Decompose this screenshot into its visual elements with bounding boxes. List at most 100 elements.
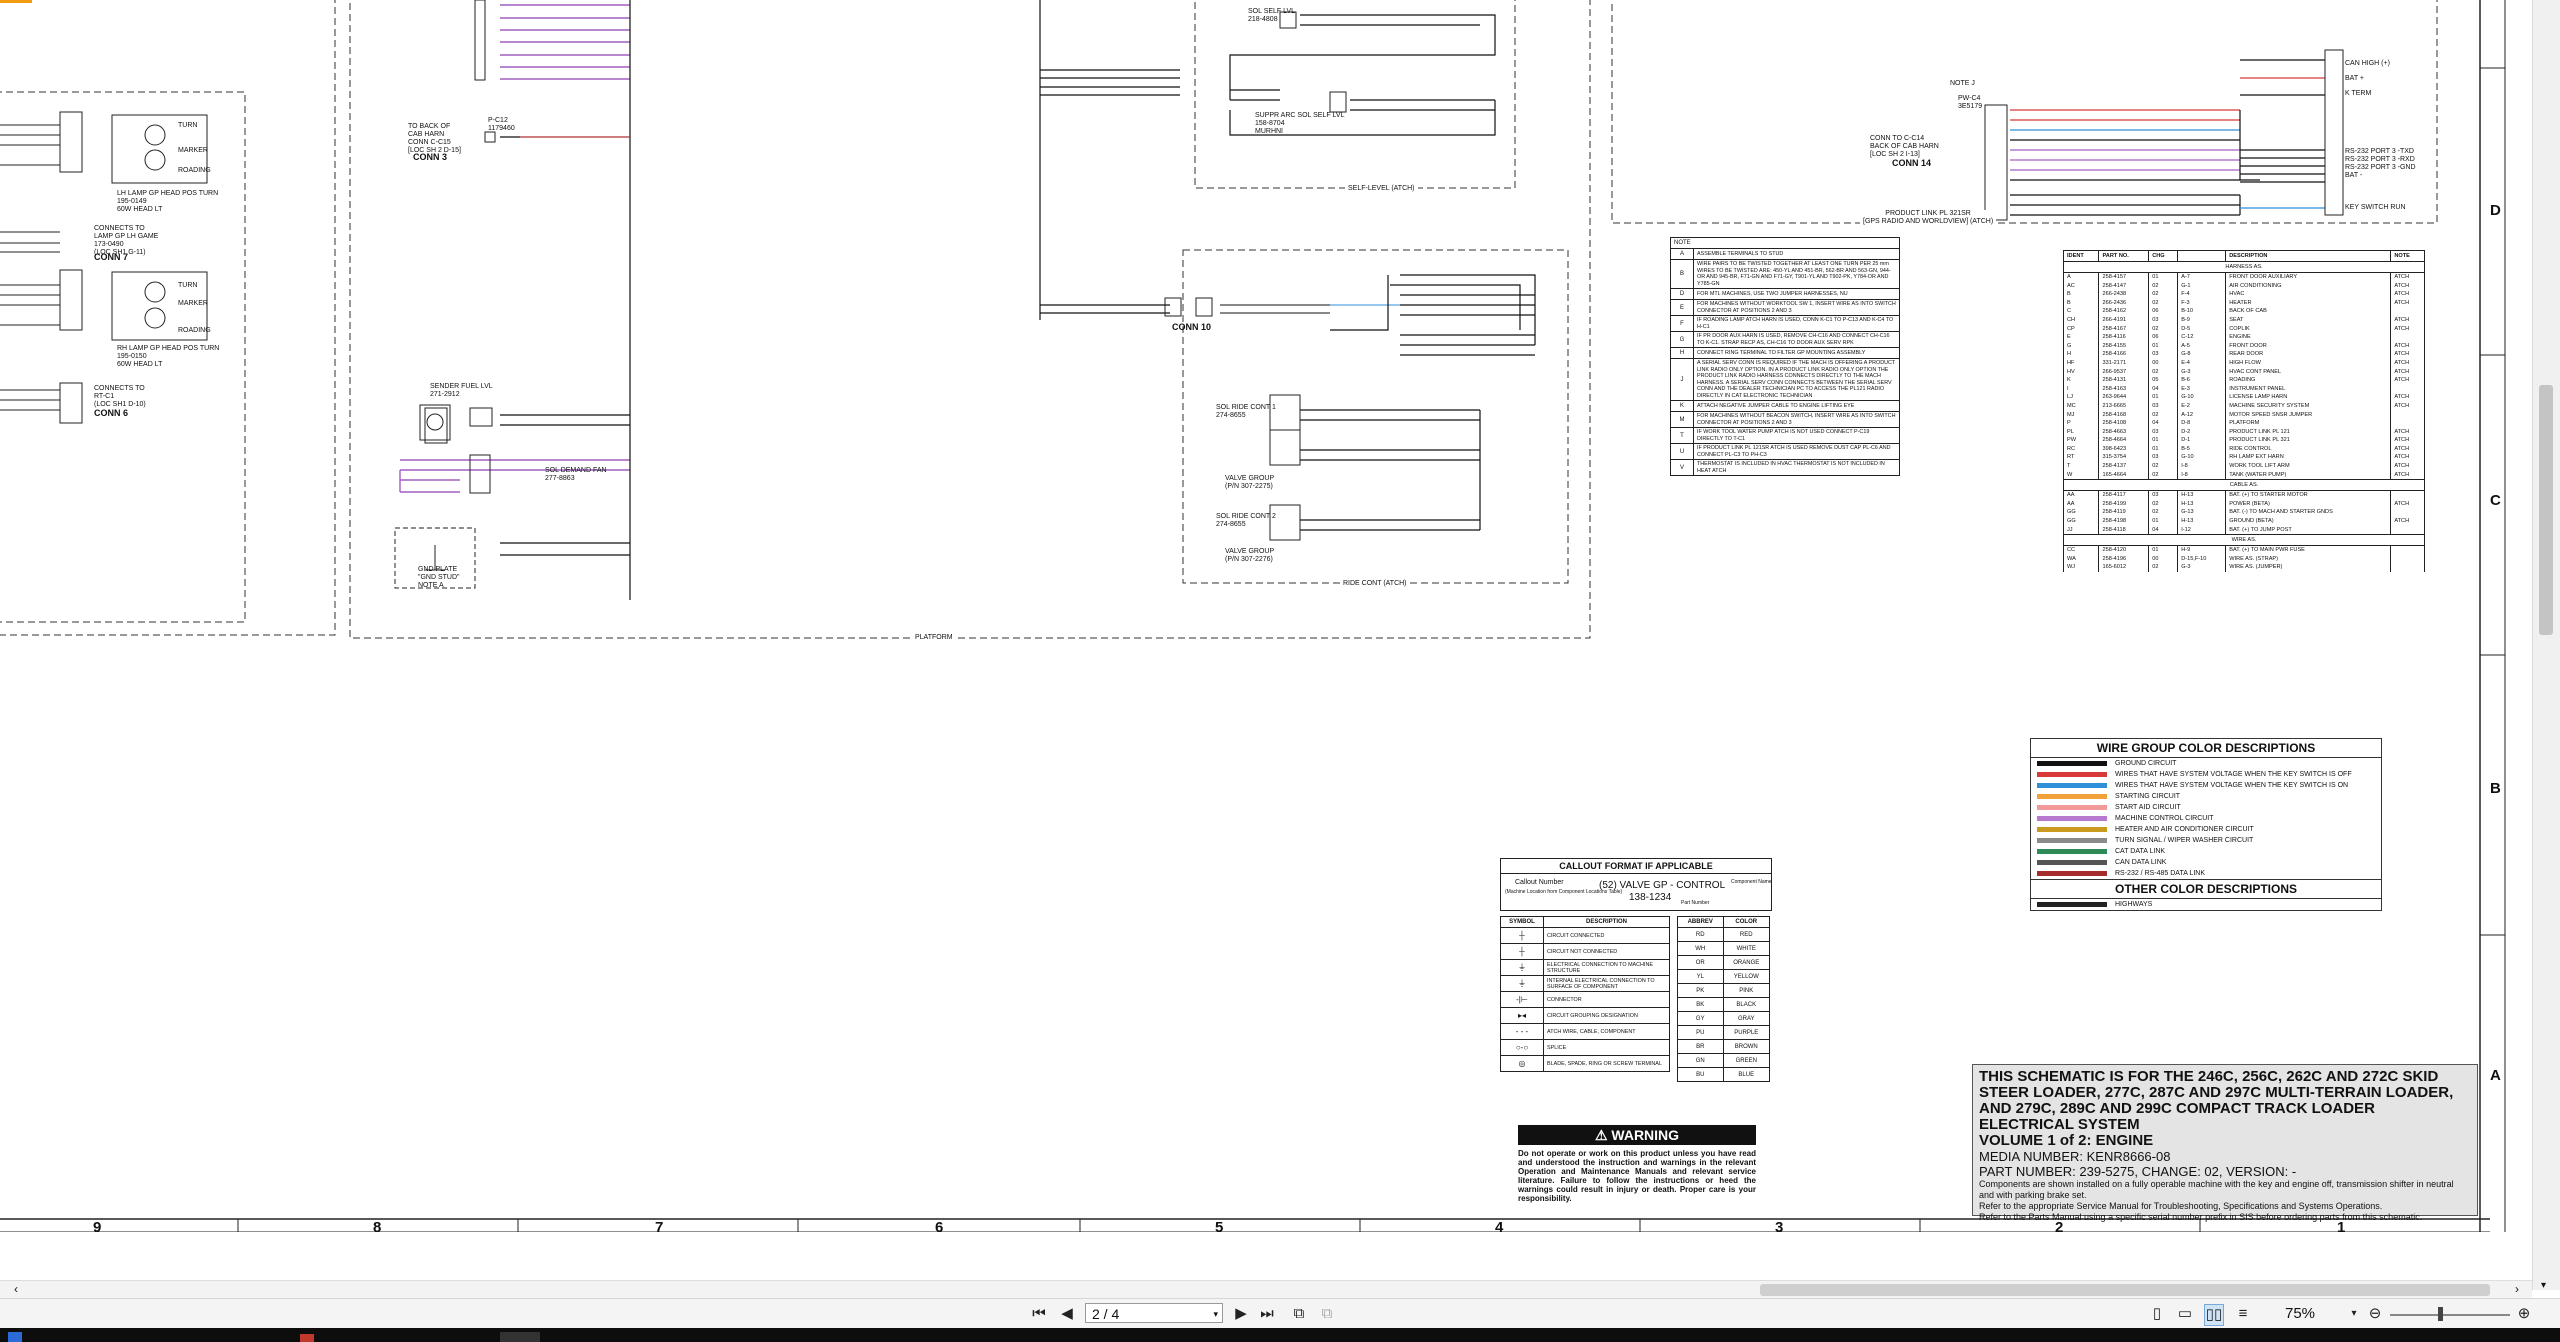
note-text: FOR MTL MACHINES, USE TWO JUMPER HARNESS… <box>1693 288 1900 300</box>
parts-cell: A-7 <box>2177 272 2227 282</box>
single-page-view-icon[interactable]: ▯ <box>2148 1304 2166 1324</box>
legend-swatch <box>2037 761 2107 766</box>
suppr-arc-label: SUPPR ARC SOL SELF LVL 158-8704 MURHNI <box>1255 112 1345 135</box>
note-row: A ASSEMBLE TERMINALS TO STUD <box>1670 248 1900 260</box>
scroll-right-icon[interactable]: › <box>2515 1281 2519 1297</box>
parts-cell: 258-4162 <box>2098 307 2150 316</box>
note-text: A SERIAL SERV CONN IS REQUIRED IF THE MA… <box>1693 358 1900 401</box>
color-row: GN GREEN <box>1677 1053 1771 1068</box>
component-name-label: Component Name <box>1731 879 1772 885</box>
scroll-left-icon[interactable]: ‹ <box>14 1281 18 1297</box>
pdf-viewer-canvas: CONN 3 TO BACK OF CAB HARN CONN C-C15 [L… <box>0 0 2532 1232</box>
legend-swatch <box>2037 805 2107 810</box>
other-color-title: OTHER COLOR DESCRIPTIONS <box>2031 879 2381 899</box>
parts-row: AA 258-4117 03 H-13 BAT. (+) TO STARTER MOTO… <box>2062 490 2425 500</box>
zoom-out-icon[interactable]: ⊖ <box>2366 1304 2384 1324</box>
zone-letter: C <box>2490 492 2501 509</box>
system-taskbar <box>0 1328 2560 1342</box>
parts-cell: 258-4117 <box>2098 490 2150 500</box>
parts-header-cell: DESCRIPTION <box>2225 250 2392 262</box>
parts-cell: 01 <box>2148 444 2179 454</box>
symbol-description: INTERNAL ELECTRICAL CONNECTION TO SURFAC… <box>1543 975 1670 992</box>
zoom-slider-track[interactable] <box>2390 1314 2510 1316</box>
zoom-dropdown-icon[interactable]: ▾ <box>2345 1304 2363 1324</box>
parts-cell: 258-4664 <box>2098 436 2150 445</box>
parts-cell: 02 <box>2148 470 2179 480</box>
legend-label: HEATER AND AIR CONDITIONER CIRCUIT <box>2115 826 2254 833</box>
page-dropdown-icon[interactable]: ▾ <box>1213 1304 1218 1324</box>
legend-row: GROUND CIRCUIT <box>2031 758 2381 769</box>
note-row: G IF PR DOOR AUX HARN IS USED, REMOVE CH-… <box>1670 331 1900 348</box>
symbol-description: SPLICE <box>1543 1039 1670 1056</box>
parts-row: LJ 263-9644 01 G-10 LICENSE LAMP HARN ATCH <box>2062 393 2425 402</box>
symbol-description: ATCH WIRE, CABLE, COMPONENT <box>1543 1023 1670 1040</box>
parts-cell: G-10 <box>2177 393 2227 402</box>
sol-ride-cont-2-label: SOL RIDE CONT 2 274-8655 <box>1216 513 1276 528</box>
color-cell: PU <box>1677 1025 1724 1040</box>
parts-cell: ROADING <box>2225 376 2392 385</box>
frame-number: 7 <box>655 1219 664 1232</box>
horizontal-scroll-thumb[interactable] <box>1760 1284 2490 1296</box>
parts-row: GG 258-4198 01 H-13 GROUND (BETA) ATCH <box>2062 517 2425 526</box>
symbol-glyph-icon: ┼ <box>1500 943 1544 960</box>
note-key: E <box>1670 299 1694 316</box>
parts-cell: GG <box>2062 517 2100 526</box>
note-row: H CONNECT RING TERMINAL TO FILTER GP MOUN… <box>1670 347 1900 359</box>
first-page-button[interactable]: ⏮ <box>1030 1304 1048 1324</box>
parts-cell: G-13 <box>2177 508 2227 518</box>
parts-cell: ATCH <box>2390 324 2425 334</box>
parts-row: WJ 165-6012 02 G-3 WIRE AS. (JUMPER) <box>2062 563 2425 572</box>
vertical-scrollbar[interactable]: ▾ <box>2532 0 2560 1291</box>
parts-cell: 04 <box>2148 419 2179 428</box>
app-icon[interactable] <box>300 1334 314 1342</box>
parts-cell: 258-4166 <box>2098 350 2150 359</box>
paste-icon[interactable]: ⧉ <box>1318 1304 1336 1324</box>
can-labels: CAN HIGH (+) BAT + K TERM RS-232 PORT 3 … <box>2345 60 2416 211</box>
vertical-scroll-thumb[interactable] <box>2539 385 2553 635</box>
active-app-icon[interactable] <box>500 1332 540 1342</box>
parts-section-row: CABLE AS. <box>2063 479 2425 492</box>
parts-cell: F-3 <box>2177 298 2227 308</box>
parts-row: AA 258-4199 02 H-13 POWER (BETA) ATCH <box>2062 499 2425 509</box>
parts-cell: COPLIK <box>2225 324 2392 334</box>
zoom-level[interactable]: 75% <box>2285 1304 2315 1324</box>
parts-row: WA 258-4196 00 D-15,F-10 WIRE AS. (STRAP) <box>2062 554 2425 564</box>
continuous-view-icon[interactable]: ▭ <box>2176 1304 2194 1324</box>
previous-page-button[interactable]: ◀ <box>1058 1304 1076 1324</box>
parts-cell: BACK OF CAB <box>2225 307 2392 316</box>
symbol-description: CIRCUIT NOT CONNECTED <box>1543 943 1670 960</box>
horizontal-scrollbar[interactable]: ‹ › <box>0 1280 2532 1299</box>
page-number-field[interactable]: 2 / 4 ▾ <box>1085 1303 1223 1323</box>
parts-cell: T <box>2062 462 2100 471</box>
book-view-icon[interactable]: ≡ <box>2234 1304 2252 1324</box>
zoom-in-icon[interactable]: ⊕ <box>2515 1304 2533 1324</box>
parts-row: RT 315-3754 03 G-10 RH LAMP EXT HARN ATCH <box>2062 453 2425 463</box>
next-page-button[interactable]: ▶ <box>1232 1304 1250 1324</box>
legend-label: CAN DATA LINK <box>2115 859 2167 866</box>
platform-group-label: PLATFORM <box>912 634 956 642</box>
last-page-button[interactable]: ⏭ <box>1258 1304 1276 1324</box>
color-cell: RD <box>1677 927 1724 942</box>
parts-cell: 398-6423 <box>2098 444 2150 454</box>
two-page-view-icon[interactable]: ▯▯ <box>2204 1304 2224 1326</box>
symbol-glyph-icon: -|⊢ <box>1500 991 1544 1008</box>
parts-row: CH 266-4191 03 B-9 SEAT ATCH <box>2062 315 2425 325</box>
legend-row: STARTING CIRCUIT <box>2031 791 2381 802</box>
copy-icon[interactable]: ⧉ <box>1290 1304 1308 1324</box>
color-abbrev-table: ABBREV COLOR RD RED WH WHITE OR ORANGE YL YELLOW P… <box>1677 916 1771 1082</box>
parts-cell: B-6 <box>2177 376 2227 385</box>
start-icon[interactable] <box>8 1332 22 1342</box>
parts-cell: ATCH <box>2390 462 2425 471</box>
parts-header-cell: IDENT <box>2062 250 2100 262</box>
parts-cell: D-8 <box>2177 419 2227 428</box>
warning-box: ⚠ WARNING Do not operate or work on this… <box>1518 1125 1756 1203</box>
legend-swatch <box>2037 860 2107 865</box>
scroll-down-icon[interactable]: ▾ <box>2541 1280 2546 1291</box>
rh-lamp-label: RH LAMP GP HEAD POS TURN 195-0150 60W HE… <box>117 345 220 368</box>
color-cell: BROWN <box>1722 1039 1771 1054</box>
parts-cell: 263-9644 <box>2098 393 2150 402</box>
parts-cell: 02 <box>2148 462 2179 471</box>
parts-row: RC 398-6423 01 B-5 RIDE CONTROL ATCH <box>2062 444 2425 454</box>
symbol-description: CIRCUIT CONNECTED <box>1543 927 1670 944</box>
zoom-slider-handle[interactable] <box>2438 1307 2443 1321</box>
